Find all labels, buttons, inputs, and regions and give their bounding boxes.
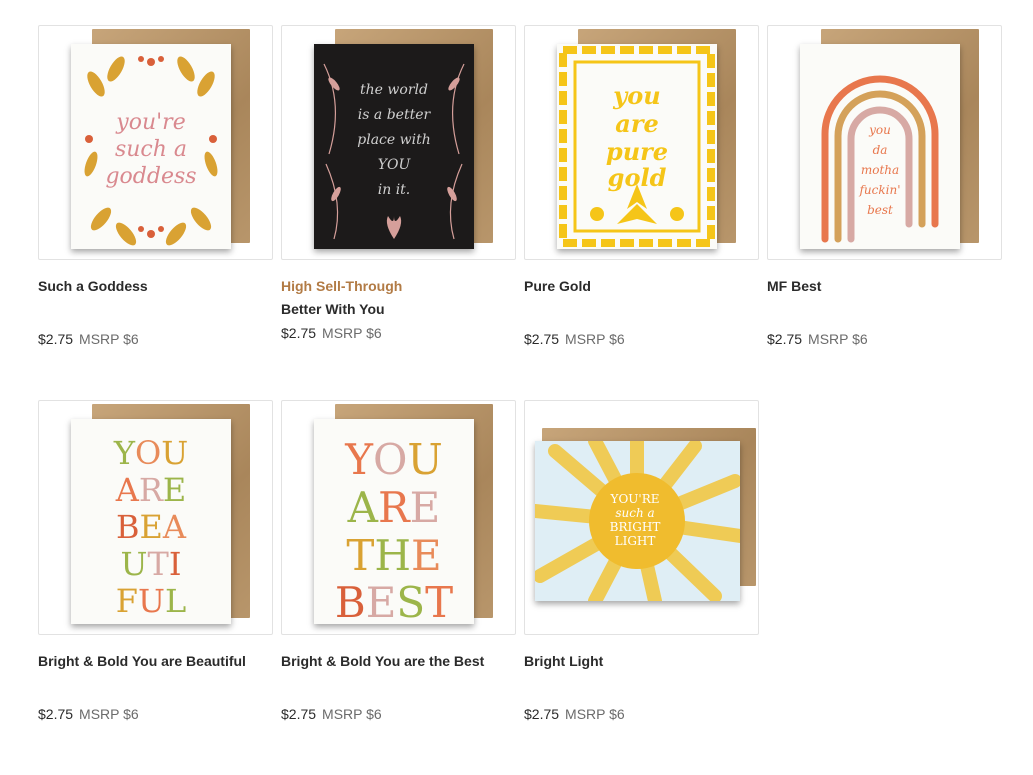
svg-text:FUL: FUL — [116, 582, 186, 620]
svg-text:pure: pure — [606, 137, 668, 166]
card-artwork: YOU ARE THE BEST — [314, 419, 474, 624]
svg-text:THE: THE — [346, 531, 441, 580]
card-artwork: the world is a better place with YOU in … — [314, 44, 474, 249]
wholesale-price: $2.75 — [281, 325, 317, 341]
svg-text:LIGHT: LIGHT — [615, 534, 656, 548]
wholesale-price: $2.75 — [281, 706, 317, 722]
msrp-price: MSRP $6 — [565, 706, 625, 722]
wholesale-price: $2.75 — [524, 331, 560, 347]
product-card-bright-light[interactable]: YOU'RE such a BRIGHT LIGHT Bright Light … — [524, 400, 759, 775]
svg-text:BEST: BEST — [335, 578, 453, 624]
price-row: $2.75 MSRP $6 — [281, 706, 382, 722]
svg-text:da: da — [873, 143, 888, 157]
svg-text:are: are — [615, 109, 658, 138]
svg-text:gold: gold — [608, 163, 667, 192]
product-card-mf-best[interactable]: you da motha fuckin' best MF Best $2.75 M… — [767, 25, 1002, 400]
price-row: $2.75 MSRP $6 — [38, 331, 139, 347]
product-title[interactable]: Better With You — [281, 300, 516, 318]
svg-text:goddess: goddess — [105, 164, 196, 189]
price-row: $2.75 MSRP $6 — [767, 331, 868, 347]
price-row: $2.75 MSRP $6 — [524, 331, 625, 347]
svg-text:ARE: ARE — [115, 471, 187, 509]
product-title[interactable]: Bright & Bold You are the Best — [281, 652, 516, 670]
card-artwork: you're such a goddess — [71, 44, 231, 249]
wholesale-price: $2.75 — [767, 331, 803, 347]
svg-text:ARE: ARE — [347, 483, 441, 532]
svg-text:in it.: in it. — [378, 182, 411, 198]
product-card-such-a-goddess[interactable]: you're such a goddess Such a Goddess $2.… — [38, 25, 273, 400]
price-row: $2.75 MSRP $6 — [38, 706, 139, 722]
high-sell-through-badge: High Sell-Through — [281, 278, 403, 294]
wholesale-price: $2.75 — [38, 331, 74, 347]
product-card-you-are-the-best[interactable]: YOU ARE THE BEST Bright & Bold You are t… — [281, 400, 516, 775]
product-image[interactable]: YOU ARE BEA UTI FUL — [38, 400, 273, 635]
product-image[interactable]: the world is a better place with YOU in … — [281, 25, 516, 260]
wholesale-price: $2.75 — [38, 706, 74, 722]
svg-text:YOU: YOU — [344, 435, 443, 484]
msrp-price: MSRP $6 — [565, 331, 625, 347]
svg-text:you're: you're — [115, 110, 185, 135]
product-title[interactable]: Such a Goddess — [38, 277, 273, 295]
product-image[interactable]: YOU ARE THE BEST — [281, 400, 516, 635]
card-artwork: you da motha fuckin' best — [800, 44, 960, 249]
card-artwork: YOU'RE such a BRIGHT LIGHT — [535, 441, 740, 601]
svg-text:you: you — [612, 81, 660, 110]
svg-text:is a better: is a better — [358, 107, 432, 123]
wholesale-price: $2.75 — [524, 706, 560, 722]
msrp-price: MSRP $6 — [79, 331, 139, 347]
msrp-price: MSRP $6 — [322, 325, 382, 341]
product-title[interactable]: MF Best — [767, 277, 1002, 295]
product-grid: you're such a goddess Such a Goddess $2.… — [38, 25, 1002, 775]
product-title[interactable]: Bright & Bold You are Beautiful — [38, 652, 273, 670]
svg-text:YOU'RE: YOU'RE — [610, 492, 660, 506]
svg-text:BEA: BEA — [116, 508, 187, 546]
svg-text:best: best — [867, 203, 893, 217]
svg-text:you: you — [868, 123, 891, 137]
product-card-better-with-you[interactable]: the world is a better place with YOU in … — [281, 25, 516, 400]
product-card-you-are-beautiful[interactable]: YOU ARE BEA UTI FUL Bright & Bold You ar… — [38, 400, 273, 775]
product-title[interactable]: Bright Light — [524, 652, 759, 670]
msrp-price: MSRP $6 — [808, 331, 868, 347]
product-title[interactable]: Pure Gold — [524, 277, 759, 295]
svg-text:fuckin': fuckin' — [858, 183, 900, 197]
price-row: $2.75 MSRP $6 — [524, 706, 625, 722]
svg-text:YOU: YOU — [378, 157, 412, 173]
card-artwork: you are pure gold — [557, 44, 717, 249]
svg-text:such a: such a — [115, 137, 187, 162]
product-image[interactable]: YOU'RE such a BRIGHT LIGHT — [524, 400, 759, 635]
price-row: $2.75 MSRP $6 — [281, 325, 382, 341]
svg-text:place with: place with — [357, 132, 430, 148]
msrp-price: MSRP $6 — [322, 706, 382, 722]
svg-text:YOU: YOU — [113, 434, 188, 472]
svg-text:UTI: UTI — [121, 545, 182, 583]
product-card-pure-gold[interactable]: you are pure gold Pure Gold $2.75 MSRP $6 — [524, 25, 759, 400]
product-image[interactable]: you da motha fuckin' best — [767, 25, 1002, 260]
svg-text:motha: motha — [861, 163, 899, 177]
card-artwork: YOU ARE BEA UTI FUL — [71, 419, 231, 624]
msrp-price: MSRP $6 — [79, 706, 139, 722]
product-image[interactable]: you are pure gold — [524, 25, 759, 260]
product-image[interactable]: you're such a goddess — [38, 25, 273, 260]
svg-text:the world: the world — [360, 82, 428, 98]
svg-text:BRIGHT: BRIGHT — [610, 520, 661, 534]
svg-text:such a: such a — [615, 506, 654, 520]
